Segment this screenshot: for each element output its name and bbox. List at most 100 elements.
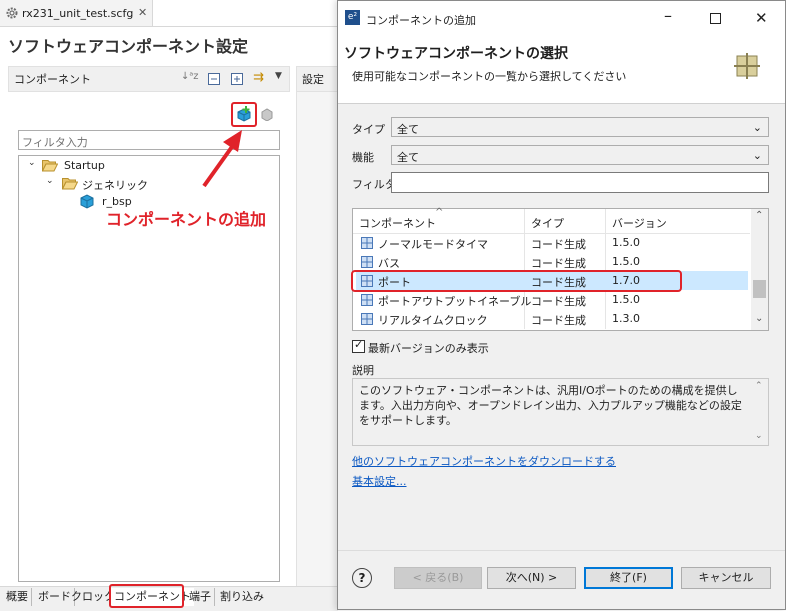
type-label: タイプ — [352, 123, 385, 136]
collapse-all-icon[interactable] — [208, 73, 220, 85]
column-header-type[interactable]: タイプ — [531, 215, 564, 231]
dialog-footer-separator — [338, 550, 785, 551]
checkmark-icon: ✓ — [354, 338, 364, 351]
table-scrollbar[interactable]: ⌃ ⌄ — [751, 209, 768, 330]
chevron-down-icon[interactable]: ⌄ — [46, 176, 54, 186]
link-with-editor-icon[interactable]: ⇉ — [253, 70, 264, 85]
selected-row-highlight — [351, 270, 682, 292]
download-components-link[interactable]: 他のソフトウェアコンポーネントをダウンロードする — [352, 453, 616, 469]
callout-label: コンポーネントの追加 — [106, 210, 267, 229]
settings-panel-header: 設定 — [296, 66, 338, 92]
tab-label: ボード — [38, 590, 71, 603]
back-button[interactable]: < 戻る(B) — [394, 567, 482, 589]
editor-tab[interactable]: rx231_unit_test.scfg ✕ — [0, 0, 153, 26]
table-row[interactable]: ノーマルモードタイマ コード生成 1.5.0 — [356, 233, 748, 252]
tree-item-startup[interactable]: ⌄ Startup — [24, 158, 224, 174]
finish-button[interactable]: 終了(F) — [584, 567, 673, 589]
tab-separator — [0, 26, 338, 27]
component-grid-icon — [361, 256, 373, 268]
component-grid-icon — [734, 53, 760, 79]
row-component-name: リアルタイムクロック — [378, 314, 488, 327]
row-component-name: バス — [378, 257, 400, 270]
basic-settings-link[interactable]: 基本設定... — [352, 473, 407, 489]
tab-components-highlight — [109, 584, 184, 608]
description-label: 説明 — [352, 364, 374, 377]
cancel-button-label: キャンセル — [698, 571, 754, 584]
row-type: コード生成 — [531, 314, 586, 327]
close-icon[interactable]: ✕ — [755, 9, 768, 27]
editor-tab-title: rx231_unit_test.scfg — [22, 7, 134, 20]
tree-item-label: Startup — [64, 159, 105, 172]
folder-open-icon — [62, 177, 78, 190]
tab-overview[interactable]: 概要 — [3, 588, 32, 606]
function-label: 機能 — [352, 151, 374, 164]
description-text: このソフトウェア・コンポーネントは、汎用I/Oポートのための構成を提供します。入… — [359, 384, 742, 427]
scrollbar-thumb[interactable] — [753, 280, 766, 298]
close-icon[interactable]: ✕ — [138, 6, 147, 19]
finish-button-label: 終了(F) — [610, 571, 647, 584]
tab-label: 端子 — [189, 590, 211, 603]
component-cube-icon — [80, 194, 94, 209]
component-grid-icon — [361, 237, 373, 249]
maximize-icon[interactable] — [710, 13, 721, 24]
row-version: 1.5.0 — [612, 236, 640, 249]
expand-all-icon[interactable] — [231, 73, 243, 85]
editor-area: rx231_unit_test.scfg ✕ ソフトウェアコンポーネント設定 コ… — [0, 0, 339, 611]
dialog-heading: ソフトウェアコンポーネントの選択 — [344, 46, 568, 62]
tab-pins[interactable]: 端子 — [186, 588, 215, 606]
filter-placeholder: フィルタ入力 — [22, 136, 88, 149]
row-component-name: ノーマルモードタイマ — [378, 238, 488, 251]
view-menu-icon[interactable]: ▼ — [275, 71, 282, 81]
dialog-title: コンポーネントの追加 — [366, 14, 476, 27]
dialog-header: ソフトウェアコンポーネントの選択 使用可能なコンポーネントの一覧から選択してくだ… — [338, 35, 785, 104]
remove-component-icon[interactable] — [261, 107, 275, 121]
row-type: コード生成 — [531, 257, 586, 270]
row-component-name: ポートアウトプットイネーブル — [378, 295, 532, 308]
scroll-up-icon[interactable]: ⌃ — [755, 381, 763, 391]
scroll-down-icon[interactable]: ⌄ — [755, 431, 763, 441]
scroll-down-icon[interactable]: ⌄ — [755, 313, 763, 324]
row-version: 1.3.0 — [612, 312, 640, 325]
table-row[interactable]: ポートアウトプットイネーブル コード生成 1.5.0 — [356, 290, 748, 309]
tab-interrupts[interactable]: 割り込み — [217, 588, 267, 606]
type-select-value: 全て — [397, 123, 419, 136]
sort-icon[interactable]: ↓ᵃz — [181, 71, 199, 82]
dialog-title-bar: e² コンポーネントの追加 – ✕ — [338, 1, 785, 35]
settings-header-label: 設定 — [302, 73, 324, 86]
scroll-up-icon[interactable]: ⌃ — [755, 210, 763, 221]
callout-arrow — [202, 130, 242, 188]
row-version: 1.5.0 — [612, 255, 640, 268]
next-button[interactable]: 次へ(N) > — [487, 567, 576, 589]
chevron-down-icon: ⌄ — [752, 121, 762, 134]
component-grid-icon — [361, 313, 373, 325]
tab-label: 概要 — [6, 590, 28, 603]
components-panel-header: コンポーネント ↓ᵃz ⇉ ▼ — [8, 66, 290, 92]
function-select-value: 全て — [397, 151, 419, 164]
chevron-down-icon[interactable]: ⌄ — [28, 158, 36, 168]
type-select[interactable]: 全て ⌄ — [391, 117, 769, 137]
table-header: ^ コンポーネント タイプ バージョン — [353, 207, 750, 329]
e2-studio-icon: e² — [345, 10, 360, 25]
add-component-icon[interactable] — [236, 106, 252, 122]
row-type: コード生成 — [531, 238, 586, 251]
column-header-component[interactable]: コンポーネント — [359, 215, 436, 231]
column-header-version[interactable]: バージョン — [612, 215, 667, 231]
description-box: このソフトウェア・コンポーネントは、汎用I/Oポートのための構成を提供します。入… — [352, 378, 769, 446]
chevron-down-icon: ⌄ — [752, 149, 762, 162]
dialog-subheading: 使用可能なコンポーネントの一覧から選択してください — [352, 70, 627, 83]
tab-label: 割り込み — [220, 590, 264, 603]
row-type: コード生成 — [531, 295, 586, 308]
function-select[interactable]: 全て ⌄ — [391, 145, 769, 165]
next-button-label: 次へ(N) > — [505, 571, 558, 584]
components-header-label: コンポーネント — [14, 73, 91, 86]
filter-field[interactable] — [391, 172, 769, 193]
minimize-icon[interactable]: – — [664, 6, 672, 25]
table-row[interactable]: リアルタイムクロック コード生成 1.3.0 — [356, 309, 748, 328]
filter-label: フィルタ — [352, 178, 396, 191]
table-row[interactable]: バス コード生成 1.5.0 — [356, 252, 748, 271]
cancel-button[interactable]: キャンセル — [681, 567, 771, 589]
settings-panel-body — [296, 92, 339, 586]
latest-only-checkbox[interactable]: ✓ — [352, 338, 365, 353]
sort-ascending-icon: ^ — [435, 207, 444, 218]
help-icon[interactable]: ? — [352, 568, 372, 588]
